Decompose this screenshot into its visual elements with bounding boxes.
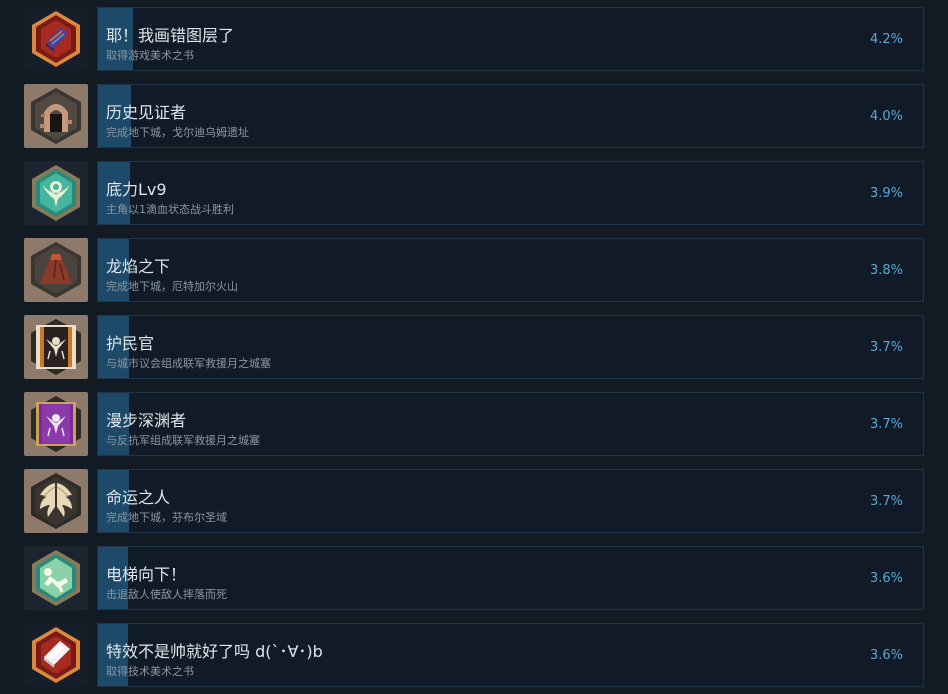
stone-archway-icon <box>24 84 88 148</box>
achievement-description: 与反抗军组成联军救援月之城塞 <box>106 434 260 447</box>
achievement-description: 取得游戏美术之书 <box>106 49 194 62</box>
achievement-row[interactable]: 电梯向下！ 击退敌人使敌人摔落而死 3.6% <box>0 546 948 612</box>
falling-figure-icon <box>24 546 88 610</box>
achievement-title: 漫步深渊者 <box>106 411 187 430</box>
achievement-percent: 3.7% <box>869 417 903 432</box>
achievement-percent: 3.9% <box>869 186 903 201</box>
achievement-description: 击退敌人使敌人摔落而死 <box>106 588 227 601</box>
achievement-panel: 命运之人 完成地下城，芬布尔圣域 3.7% <box>97 469 924 533</box>
achievement-percent: 4.2% <box>869 32 903 47</box>
achievement-title: 龙焰之下 <box>106 257 171 276</box>
achievement-percent: 4.0% <box>869 109 903 124</box>
achievement-description: 主角以1滴血状态战斗胜利 <box>106 203 234 216</box>
achievement-row[interactable]: 龙焰之下 完成地下城，厄特加尔火山 3.8% <box>0 238 948 304</box>
achievement-percent: 3.6% <box>869 571 903 586</box>
achievement-title: 护民官 <box>106 334 155 353</box>
achievement-row[interactable]: 护民官 与城市议会组成联军救援月之城塞 3.7% <box>0 315 948 381</box>
achievement-row[interactable]: 底力Lv9 主角以1滴血状态战斗胜利 3.9% <box>0 161 948 227</box>
achievement-panel: 护民官 与城市议会组成联军救援月之城塞 3.7% <box>97 315 924 379</box>
achievement-title: 历史见证者 <box>106 103 187 122</box>
achievement-row[interactable]: 特效不是帅就好了吗 d(ˋ･∀･)b 取得技术美术之书 3.6% <box>0 623 948 689</box>
achievement-panel: 历史见证者 完成地下城，戈尔迪乌姆遗址 4.0% <box>97 84 924 148</box>
achievement-title: 特效不是帅就好了吗 d(ˋ･∀･)b <box>106 642 323 661</box>
achievement-list: 耶！我画错图层了 取得游戏美术之书 4.2% 历史见证者 完成地下城，戈尔迪乌姆… <box>0 0 948 694</box>
achievement-row[interactable]: 命运之人 完成地下城，芬布尔圣域 3.7% <box>0 469 948 535</box>
purple-crest-icon <box>24 392 88 456</box>
achievement-title: 底力Lv9 <box>106 180 167 199</box>
achievement-percent: 3.8% <box>869 263 903 278</box>
achievement-row[interactable]: 耶！我画错图层了 取得游戏美术之书 4.2% <box>0 7 948 73</box>
achievement-percent: 3.6% <box>869 648 903 663</box>
achievement-description: 取得技术美术之书 <box>106 665 194 678</box>
achievement-panel: 底力Lv9 主角以1滴血状态战斗胜利 3.9% <box>97 161 924 225</box>
achievement-percent: 3.7% <box>869 340 903 355</box>
achievement-panel: 特效不是帅就好了吗 d(ˋ･∀･)b 取得技术美术之书 3.6% <box>97 623 924 687</box>
achievement-row[interactable]: 漫步深渊者 与反抗军组成联军救援月之城塞 3.7% <box>0 392 948 458</box>
achievement-row[interactable]: 历史见证者 完成地下城，戈尔迪乌姆遗址 4.0% <box>0 84 948 150</box>
angel-wings-icon <box>24 469 88 533</box>
white-tech-book-icon <box>24 623 88 687</box>
orange-crest-icon <box>24 315 88 379</box>
achievement-panel: 漫步深渊者 与反抗军组成联军救援月之城塞 3.7% <box>97 392 924 456</box>
volcano-icon <box>24 238 88 302</box>
achievement-panel: 耶！我画错图层了 取得游戏美术之书 4.2% <box>97 7 924 71</box>
red-art-book-icon <box>24 7 88 71</box>
achievement-panel: 龙焰之下 完成地下城，厄特加尔火山 3.8% <box>97 238 924 302</box>
achievement-title: 命运之人 <box>106 488 171 507</box>
achievement-description: 与城市议会组成联军救援月之城塞 <box>106 357 271 370</box>
green-winged-emblem-icon <box>24 161 88 225</box>
achievement-description: 完成地下城，戈尔迪乌姆遗址 <box>106 126 249 139</box>
achievement-percent: 3.7% <box>869 494 903 509</box>
achievement-panel: 电梯向下！ 击退敌人使敌人摔落而死 3.6% <box>97 546 924 610</box>
achievement-title: 电梯向下！ <box>106 565 187 584</box>
achievement-description: 完成地下城，芬布尔圣域 <box>106 511 227 524</box>
achievement-description: 完成地下城，厄特加尔火山 <box>106 280 238 293</box>
achievement-title: 耶！我画错图层了 <box>106 26 235 45</box>
